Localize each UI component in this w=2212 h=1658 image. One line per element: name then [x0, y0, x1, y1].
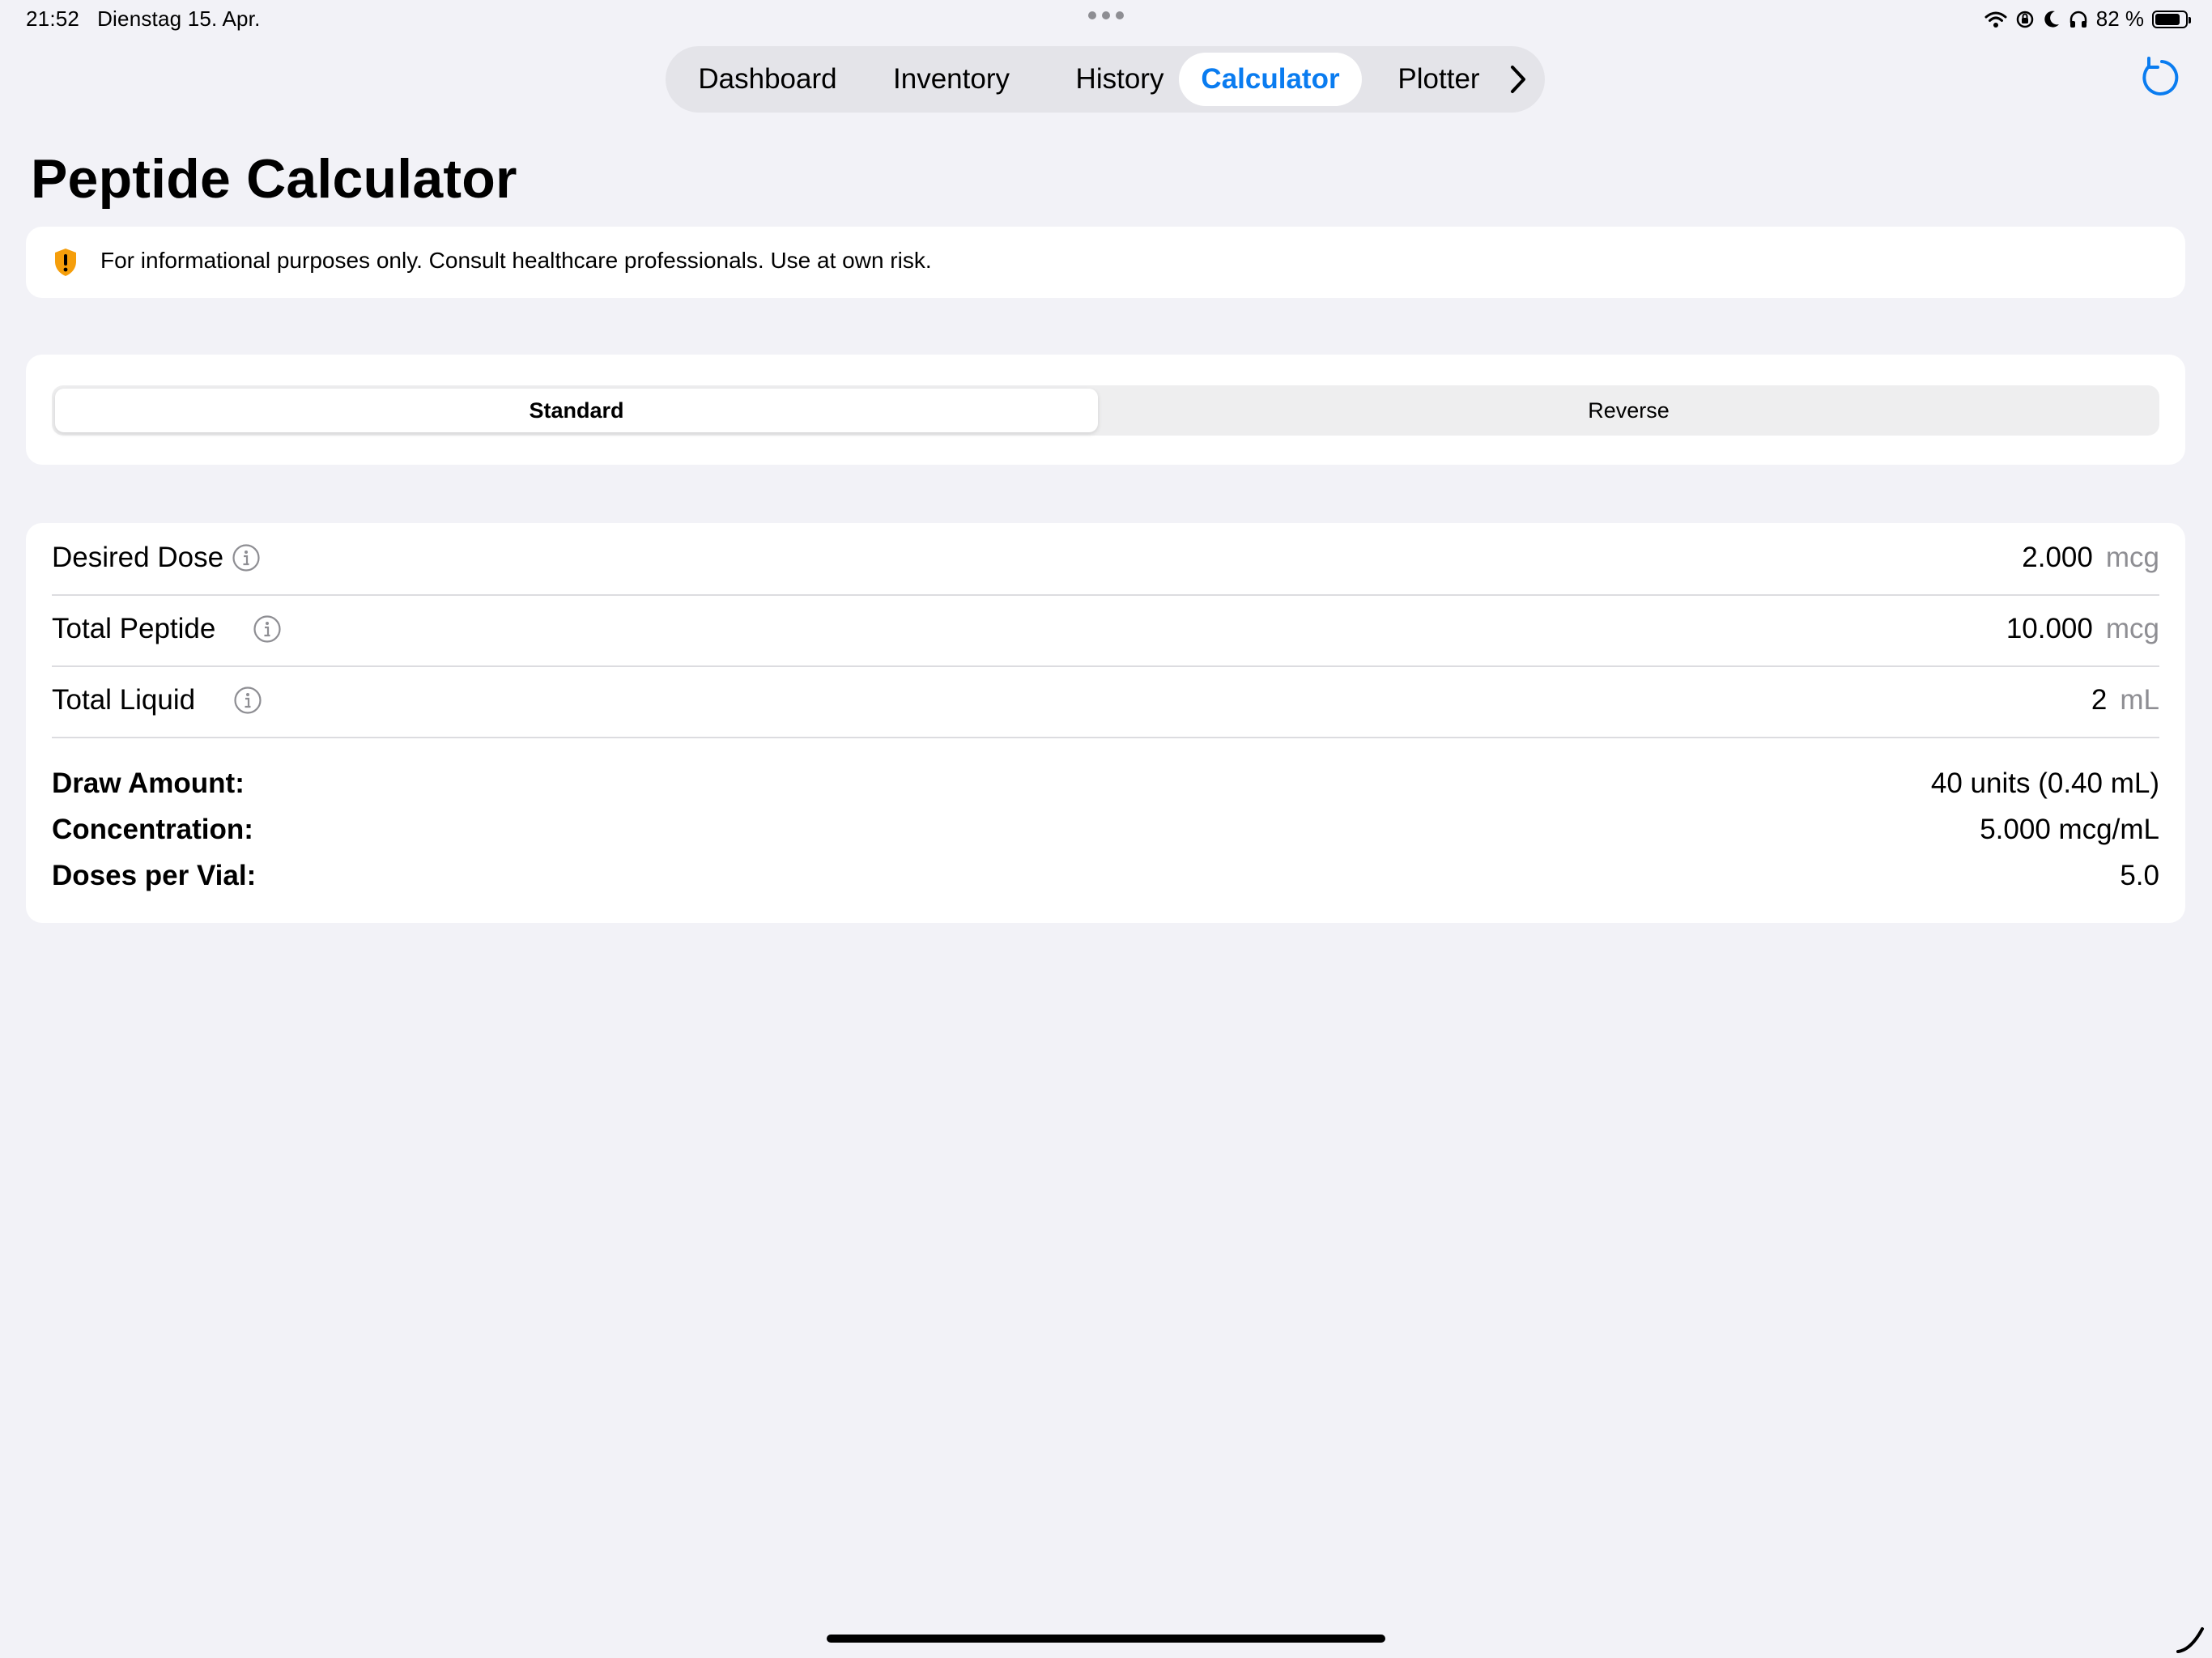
tab-calculator[interactable]: Calculator: [1179, 53, 1362, 106]
moon-icon: [2044, 11, 2059, 28]
status-time: 21:52: [26, 6, 80, 31]
desired-dose-row: Desired Dose 2.000 mcg: [52, 523, 2159, 596]
warning-shield-icon: [55, 249, 76, 276]
total-liquid-unit: mL: [2120, 684, 2159, 716]
draw-amount-value: 40 units (0.40 mL): [1930, 767, 2159, 799]
segment-reverse[interactable]: Reverse: [1101, 389, 2156, 432]
headphones-icon: [2069, 11, 2087, 28]
status-time-date: 21:52 Dienstag 15. Apr.: [26, 6, 279, 32]
tab-bar: Dashboard Inventory History Calculator P…: [666, 46, 1545, 113]
disclaimer-card: For informational purposes only. Consult…: [26, 227, 2185, 298]
battery-level: [2155, 13, 2180, 25]
draw-amount-row: Draw Amount: 40 units (0.40 mL): [52, 767, 2159, 814]
wifi-icon: [1984, 11, 2007, 28]
battery-percent: 82 %: [2095, 6, 2144, 31]
doses-per-vial-label: Doses per Vial:: [52, 860, 257, 891]
battery-icon: [2152, 10, 2191, 28]
tab-history[interactable]: History: [1053, 53, 1187, 106]
doses-per-vial-row: Doses per Vial: 5.0: [52, 860, 2159, 907]
concentration-label: Concentration:: [52, 814, 253, 845]
total-liquid-label: Total Liquid: [52, 684, 196, 716]
multitasking-dots-icon[interactable]: [1088, 11, 1124, 19]
mode-card: Standard Reverse: [26, 355, 2185, 465]
desired-dose-label: Desired Dose: [52, 542, 224, 573]
calculator-card: Desired Dose 2.000 mcg Total Peptide 10.0…: [26, 523, 2185, 923]
info-icon[interactable]: [233, 686, 262, 715]
mode-segmented-control: Standard Reverse: [52, 385, 2159, 436]
disclaimer-text: For informational purposes only. Consult…: [100, 248, 932, 273]
status-indicators: 82 %: [1984, 6, 2191, 32]
total-peptide-field[interactable]: 10.000 mcg: [2006, 613, 2159, 645]
total-peptide-row: Total Peptide 10.000 mcg: [52, 594, 2159, 667]
total-peptide-unit: mcg: [2105, 613, 2159, 644]
orientation-lock-icon: [2016, 11, 2033, 28]
tab-plotter[interactable]: Plotter: [1378, 53, 1499, 106]
desired-dose-field[interactable]: 2.000 mcg: [2022, 542, 2159, 574]
info-icon[interactable]: [253, 614, 282, 644]
total-liquid-field[interactable]: 2 mL: [2091, 684, 2159, 716]
total-liquid-row: Total Liquid 2 mL: [52, 665, 2159, 738]
tab-dashboard[interactable]: Dashboard: [687, 53, 849, 106]
tab-inventory[interactable]: Inventory: [874, 53, 1028, 106]
total-peptide-value[interactable]: 10.000: [2006, 613, 2093, 644]
doses-per-vial-value: 5.0: [2120, 860, 2159, 891]
concentration-row: Concentration: 5.000 mcg/mL: [52, 814, 2159, 861]
chevron-right-icon[interactable]: [1508, 62, 1529, 96]
pencil-corner-icon[interactable]: [2175, 1622, 2207, 1655]
status-bar: 21:52 Dienstag 15. Apr. 82 %: [0, 0, 2212, 40]
concentration-value: 5.000 mcg/mL: [1980, 814, 2159, 845]
home-indicator[interactable]: [827, 1635, 1385, 1643]
total-liquid-value[interactable]: 2: [2091, 684, 2107, 716]
draw-amount-label: Draw Amount:: [52, 767, 245, 799]
reset-icon[interactable]: [2138, 55, 2183, 100]
status-date: Dienstag 15. Apr.: [97, 6, 261, 31]
desired-dose-value[interactable]: 2.000: [2022, 542, 2093, 573]
segment-standard[interactable]: Standard: [55, 389, 1098, 432]
desired-dose-unit: mcg: [2105, 542, 2159, 573]
info-icon[interactable]: [232, 543, 261, 572]
total-peptide-label: Total Peptide: [52, 613, 216, 644]
page-title: Peptide Calculator: [31, 148, 517, 210]
